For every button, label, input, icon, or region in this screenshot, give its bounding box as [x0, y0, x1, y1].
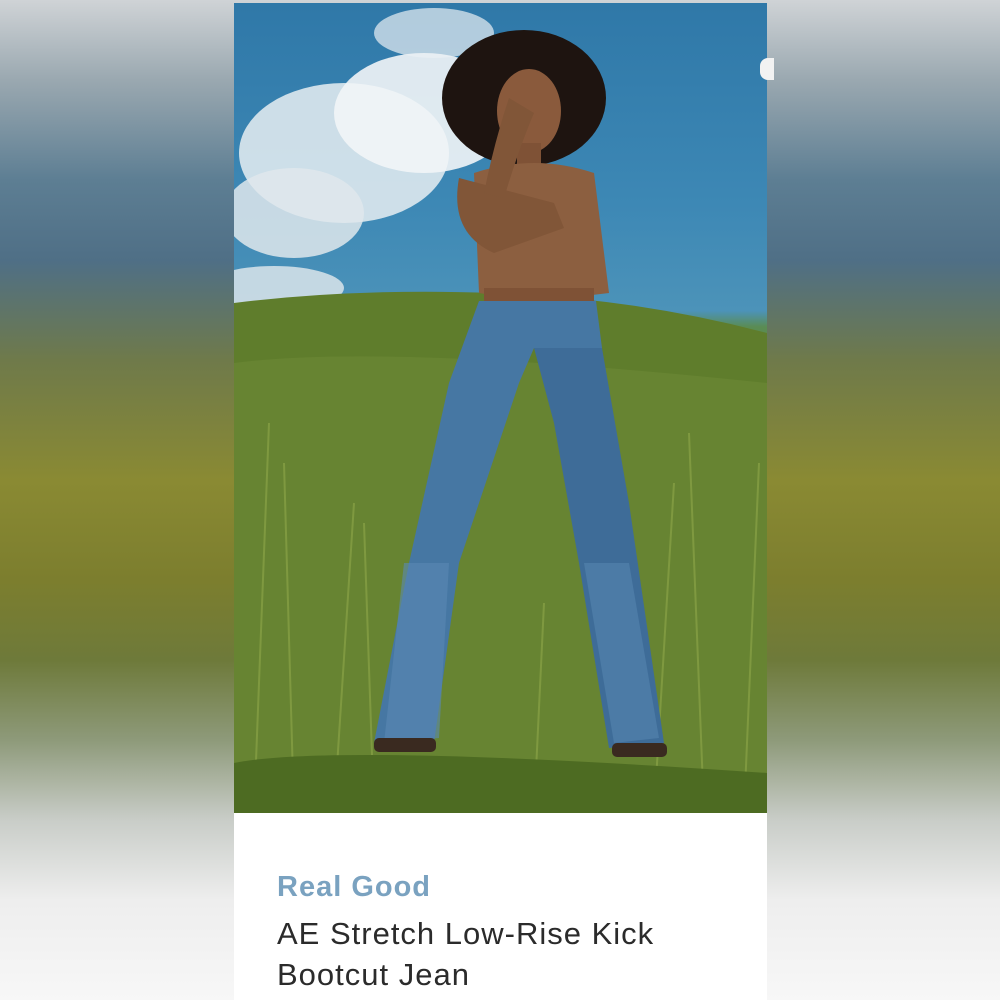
photo-illustration	[234, 8, 767, 813]
brand-name[interactable]: Real Good	[277, 871, 431, 904]
product-card[interactable]: Real Good AE Stretch Low-Rise Kick Bootc…	[234, 3, 767, 1000]
product-photo[interactable]	[234, 3, 767, 813]
carousel-next-indicator[interactable]	[760, 58, 774, 80]
product-title[interactable]: AE Stretch Low-Rise Kick Bootcut Jean	[277, 913, 737, 995]
product-info: Real Good AE Stretch Low-Rise Kick Bootc…	[234, 813, 767, 1000]
